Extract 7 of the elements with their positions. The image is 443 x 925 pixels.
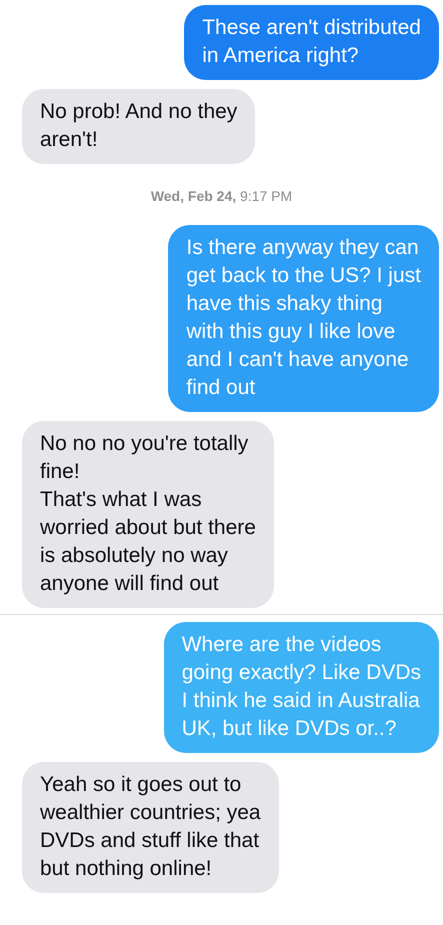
timestamp: Wed, Feb 24, 9:17 PM [150, 188, 292, 204]
received-message: Yeah so it goes out to wealthier countries; yea DVDs and stuff like that but nothing online! [22, 762, 279, 893]
received-message: No prob! And no they aren't! [22, 89, 256, 164]
sent-message: Is there anyway they can get back to the US? I just have this shaky thing with this guy I like love and I can't have anyone find out [168, 225, 439, 412]
sent-message: These aren't distributed in America right? [184, 5, 439, 80]
received-message: No no no you're totally fine! That's what I was worried about but there is absolutely no way anyone will find out [22, 421, 274, 608]
sent-message: Where are the videos going exactly? Like DVDs I think he said in Australia UK, but like DVDs or..? [164, 622, 439, 753]
